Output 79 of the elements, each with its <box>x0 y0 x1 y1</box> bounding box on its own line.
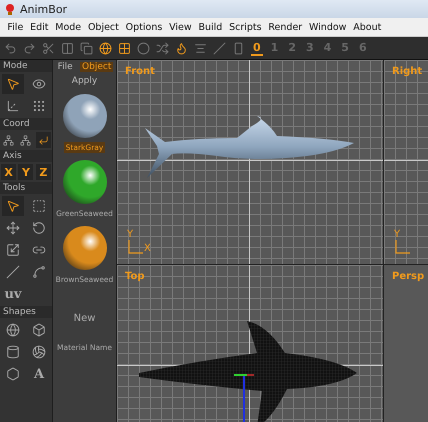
material-sphere[interactable] <box>62 226 106 270</box>
layer-tab[interactable]: 0 <box>251 40 263 56</box>
menu-item[interactable]: File <box>4 22 27 32</box>
menu-item[interactable]: Scripts <box>226 22 265 32</box>
ring-icon[interactable] <box>137 42 150 54</box>
nodes-icon <box>3 134 14 146</box>
menu-item[interactable]: About <box>350 22 385 32</box>
viewport-label: Top <box>125 271 145 282</box>
tool-button[interactable]: uv <box>2 284 24 304</box>
axis-label: Y <box>127 230 134 240</box>
viewport[interactable]: Front Y X <box>117 60 383 264</box>
tool-button[interactable]: A <box>28 364 50 384</box>
scale-icon <box>6 243 20 257</box>
menu-item[interactable]: Object <box>84 22 122 32</box>
section-title: Tools <box>0 182 52 194</box>
section-title: Axis <box>0 150 52 162</box>
menu-item[interactable]: Window <box>306 22 350 32</box>
menu-item[interactable]: Mode <box>52 22 85 32</box>
flame-icon[interactable] <box>175 42 188 54</box>
viewport-label: Right <box>392 66 422 77</box>
eye-icon <box>32 77 46 91</box>
panel-tab[interactable]: File <box>56 62 75 72</box>
section-title: Mode <box>0 60 52 72</box>
axis-indicator-icon <box>127 240 143 254</box>
pointer-icon <box>6 77 20 91</box>
viewport-label: Front <box>125 66 155 77</box>
app-logo-icon <box>4 3 16 15</box>
axis-toggle[interactable]: Y <box>18 164 34 180</box>
axis-label: Y <box>394 230 400 240</box>
globe-icon <box>6 323 20 337</box>
axes-icon <box>6 99 20 113</box>
section-title: Coord <box>0 118 52 130</box>
move-icon <box>6 221 20 235</box>
axis-label: X <box>144 244 151 254</box>
apply-button[interactable]: Apply <box>72 74 98 90</box>
cylinder-icon <box>6 345 20 359</box>
bar-icon[interactable] <box>232 42 245 54</box>
section-title: Shapes <box>0 306 52 318</box>
globe-icon[interactable] <box>99 42 112 54</box>
axis-toggle[interactable]: X <box>1 164 16 180</box>
pointer-icon <box>6 199 20 213</box>
undo-icon[interactable] <box>4 42 17 54</box>
menu-item[interactable]: Render <box>264 22 306 32</box>
hexagon-icon <box>6 367 20 381</box>
cube-icon <box>32 323 46 337</box>
line-icon <box>6 265 20 279</box>
tool-button[interactable] <box>36 132 51 148</box>
curve-icon <box>32 265 46 279</box>
menu-item[interactable]: Edit <box>26 22 52 32</box>
viewport[interactable]: Persp <box>384 265 428 422</box>
four-squares-icon[interactable] <box>118 42 131 54</box>
axis-toggle[interactable]: Z <box>36 164 51 180</box>
menu-item[interactable]: Build <box>195 22 226 32</box>
redo-icon[interactable] <box>23 42 36 54</box>
viewport-label: Persp <box>392 271 424 282</box>
material-sphere[interactable] <box>62 94 106 138</box>
copy-icon[interactable] <box>80 42 93 54</box>
corner-icon <box>38 134 49 146</box>
viewport[interactable]: Top <box>117 265 383 422</box>
dots-icon <box>32 99 46 113</box>
new-button[interactable]: New <box>68 312 102 325</box>
material-sphere[interactable] <box>62 160 106 204</box>
ball-icon <box>32 345 46 359</box>
menu-item[interactable]: Options <box>122 22 166 32</box>
align-icon[interactable] <box>194 42 207 54</box>
marquee-icon <box>32 199 46 213</box>
two-panes-icon[interactable] <box>61 42 74 54</box>
axis-indicator-icon <box>394 240 410 254</box>
slash-icon[interactable] <box>213 42 226 54</box>
shuffle-icon[interactable] <box>156 42 169 54</box>
cut-icon[interactable] <box>42 42 55 54</box>
viewport[interactable]: Right Y <box>384 60 428 264</box>
menu-item[interactable]: View <box>166 22 196 32</box>
rotate-icon <box>32 221 46 235</box>
panel-tab[interactable]: Object <box>80 62 114 72</box>
tool-button[interactable] <box>2 196 24 216</box>
tool-button[interactable] <box>2 74 24 94</box>
window-title: AnimBor <box>20 2 68 16</box>
nodes-icon <box>20 134 32 146</box>
